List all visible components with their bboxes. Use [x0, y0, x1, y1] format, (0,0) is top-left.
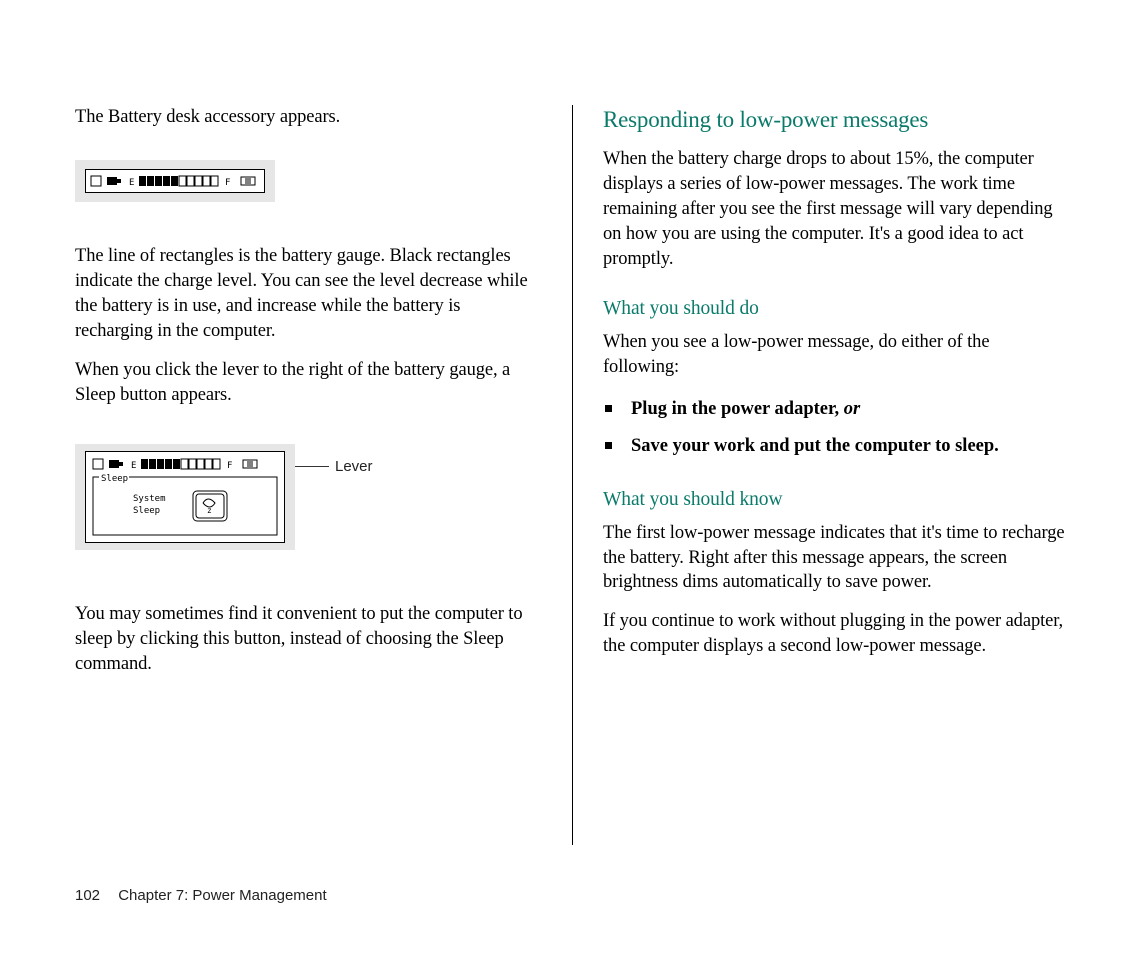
body-text: You may sometimes find it convenient to … — [75, 602, 542, 677]
svg-text:F: F — [225, 178, 230, 188]
svg-text:Sleep: Sleep — [133, 506, 160, 516]
svg-text:System: System — [133, 494, 166, 504]
section-heading: Responding to low-power messages — [603, 105, 1070, 135]
body-text: When the battery charge drops to about 1… — [603, 147, 1070, 272]
list-item: Plug in the power adapter, or — [603, 394, 1070, 425]
body-text: When you click the lever to the right of… — [75, 358, 542, 408]
sub-heading: What you should do — [603, 298, 1070, 320]
list-item-text: Save your work and put the computer to s… — [631, 436, 999, 456]
list-item-text: Plug in the power adapter, — [631, 399, 839, 419]
battery-sleep-figure-wrap: E F — [75, 444, 542, 550]
battery-gauge-figure: E F — [75, 160, 275, 202]
svg-text:Sleep: Sleep — [101, 474, 128, 484]
battery-sleep-icon: E F — [85, 451, 285, 543]
svg-text:E: E — [129, 178, 134, 188]
list-item-or: or — [839, 399, 860, 419]
svg-text:z: z — [207, 506, 212, 515]
page-number: 102 — [75, 887, 100, 904]
battery-gauge-icon: E F — [85, 169, 265, 193]
chapter-title: Chapter 7: Power Management — [118, 887, 326, 904]
callout-line-icon — [295, 466, 329, 467]
body-text: The line of rectangles is the battery ga… — [75, 244, 542, 344]
battery-sleep-figure: E F — [75, 444, 295, 550]
right-column: Responding to low-power messages When th… — [572, 105, 1070, 845]
left-column: The Battery desk accessory appears. E — [75, 105, 572, 845]
body-text: The first low-power message indicates th… — [603, 521, 1070, 596]
lever-label: Lever — [335, 458, 373, 475]
list-item: Save your work and put the computer to s… — [603, 431, 1070, 462]
body-text: The Battery desk accessory appears. — [75, 105, 542, 130]
svg-text:F: F — [227, 461, 232, 471]
page-footer: 102 Chapter 7: Power Management — [75, 887, 327, 904]
body-text: If you continue to work without plugging… — [603, 609, 1070, 659]
body-text: When you see a low-power message, do eit… — [603, 330, 1070, 380]
lever-callout: Lever — [295, 458, 373, 475]
bullet-list: Plug in the power adapter, or Save your … — [603, 394, 1070, 463]
sub-heading: What you should know — [603, 489, 1070, 511]
svg-text:E: E — [131, 461, 136, 471]
